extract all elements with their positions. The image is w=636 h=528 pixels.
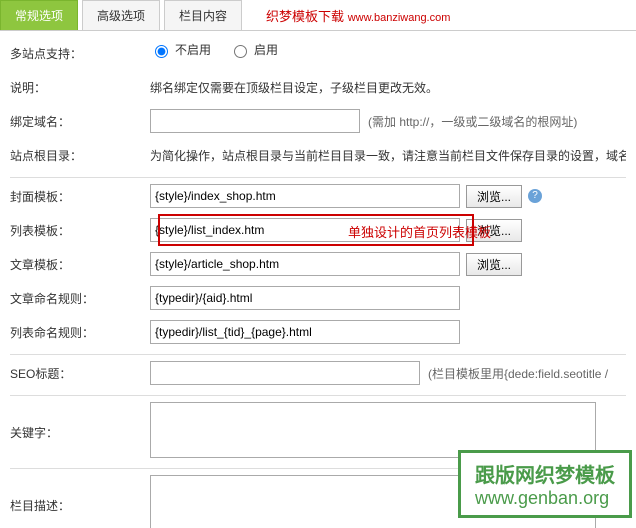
label-multisite: 多站点支持：: [10, 41, 150, 62]
label-covertpl: 封面模板：: [10, 184, 150, 205]
label-siteroot: 站点根目录：: [10, 143, 150, 164]
label-seotitle: SEO标题：: [10, 361, 150, 382]
radio-multisite-on[interactable]: [234, 45, 247, 58]
siteroot-text: 为简化操作，站点根目录与当前栏目目录一致，请注意当前栏目文件保存目录的设置，域名: [150, 143, 626, 164]
promo-link[interactable]: www.banziwang.com: [348, 12, 451, 24]
tab-general[interactable]: 常规选项: [0, 0, 78, 30]
browse-covertpl[interactable]: 浏览...: [466, 185, 522, 208]
browse-articletpl[interactable]: 浏览...: [466, 253, 522, 276]
input-covertpl[interactable]: [150, 184, 460, 208]
help-icon[interactable]: ?: [528, 189, 542, 203]
radio-multisite-off[interactable]: [155, 45, 168, 58]
label-explain: 说明：: [10, 75, 150, 96]
tab-content[interactable]: 栏目内容: [164, 0, 242, 30]
explain-text: 绑名绑定仅需要在顶级栏目设定，子级栏目更改无效。: [150, 75, 626, 96]
input-seotitle[interactable]: [150, 361, 420, 385]
tab-advanced[interactable]: 高级选项: [82, 0, 160, 30]
annotation-text: 单独设计的首页列表模板: [348, 222, 491, 241]
label-artrule: 文章命名规则：: [10, 286, 150, 307]
radio-label-on: 启用: [254, 41, 278, 58]
input-articletpl[interactable]: [150, 252, 460, 276]
input-binddomain[interactable]: [150, 109, 360, 133]
label-listrule: 列表命名规则：: [10, 320, 150, 341]
label-keywords: 关键字：: [10, 420, 150, 441]
input-listrule[interactable]: [150, 320, 460, 344]
label-coldesc: 栏目描述：: [10, 493, 150, 514]
input-artrule[interactable]: [150, 286, 460, 310]
radio-label-off: 不启用: [175, 41, 211, 58]
header-promo: 织梦模板下载 www.banziwang.com: [266, 0, 450, 30]
hint-seotitle: (栏目模板里用{dede:field.seotitle /: [428, 365, 608, 382]
hint-binddomain: (需加 http://，一级或二级域名的根网址): [368, 113, 577, 130]
label-articletpl: 文章模板：: [10, 252, 150, 273]
label-listtpl: 列表模板：: [10, 218, 150, 239]
label-binddomain: 绑定域名：: [10, 109, 150, 130]
watermark: 跟版网织梦模板 www.genban.org: [458, 450, 632, 518]
